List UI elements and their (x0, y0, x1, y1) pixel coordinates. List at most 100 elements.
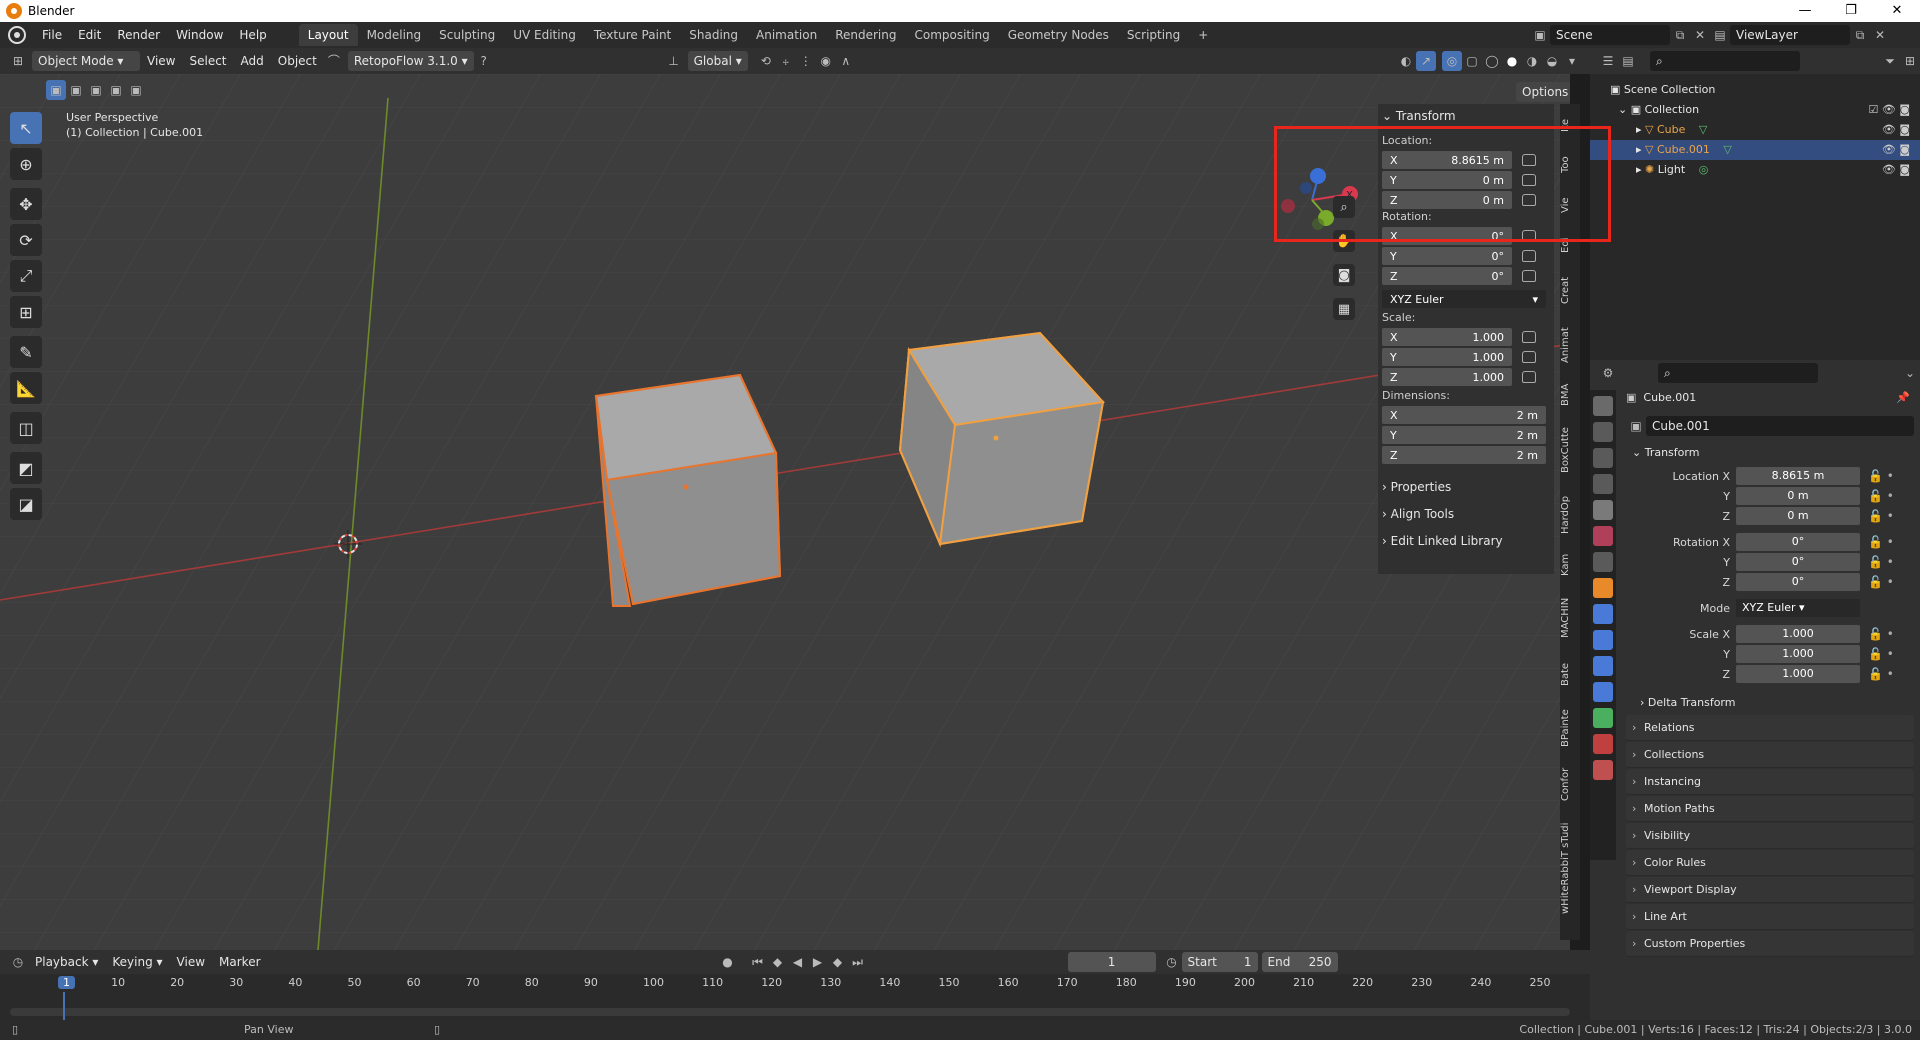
motion-paths-section[interactable]: Motion Paths (1626, 796, 1914, 822)
menu-edit[interactable]: Edit (70, 22, 109, 48)
select-invert-icon[interactable]: ▣ (106, 80, 126, 100)
edit-linked-library-section[interactable]: › Edit Linked Library (1378, 529, 1554, 553)
dimensions-z-field[interactable]: Z2 m (1382, 446, 1546, 464)
prop-scale-x-field[interactable]: 1.000 (1736, 625, 1860, 643)
measure-tool-icon[interactable]: 📐 (10, 372, 42, 404)
boxcutter-tool-icon[interactable]: ◩ (10, 452, 42, 484)
properties-search-input[interactable]: ⌕ (1658, 363, 1818, 383)
menu-timeline-view[interactable]: View (170, 955, 212, 969)
tab-texture-paint[interactable]: Texture Paint (585, 24, 680, 46)
menu-render[interactable]: Render (109, 22, 168, 48)
add-workspace-button[interactable]: + (1189, 24, 1217, 46)
prop-rotation-z-field[interactable]: 0° (1736, 573, 1860, 591)
select-box-tool-icon[interactable]: ↖ (10, 112, 42, 144)
tab-rendering[interactable]: Rendering (826, 24, 905, 46)
prop-rotation-mode-dropdown[interactable]: XYZ Euler ▾ (1736, 599, 1860, 617)
close-button[interactable]: ✕ (1874, 0, 1920, 22)
camera-icon[interactable]: ◙ (1333, 264, 1355, 286)
prop-location-y-field[interactable]: 0 m (1736, 487, 1860, 505)
lock-icon[interactable]: 🔓 • (1868, 667, 1894, 681)
tab-modeling[interactable]: Modeling (358, 24, 431, 46)
overlay-toggle-icon[interactable]: ◎ (1442, 51, 1462, 71)
menu-select[interactable]: Select (182, 54, 233, 68)
viewlayer-field[interactable]: ViewLayer (1730, 25, 1850, 45)
render-tab-icon[interactable] (1593, 422, 1613, 442)
view-layer-tab-icon[interactable] (1593, 474, 1613, 494)
menu-window[interactable]: Window (168, 22, 231, 48)
snap-target-icon[interactable]: ⋮ (796, 51, 816, 71)
editor-type-icon[interactable]: ⊞ (8, 51, 28, 71)
object-name-field[interactable]: Cube.001 (1646, 416, 1914, 436)
data-tab-icon[interactable] (1593, 708, 1613, 728)
properties-editor-icon[interactable]: ⚙ (1598, 363, 1618, 383)
timeline-editor-icon[interactable]: ◷ (8, 952, 28, 972)
viewlayer-icon[interactable]: ▤ (1710, 25, 1730, 45)
prop-rotation-y-field[interactable]: 0° (1736, 553, 1860, 571)
options-button[interactable]: Options (1516, 82, 1570, 102)
visibility-icon[interactable]: ◐ (1396, 51, 1416, 71)
lock-icon[interactable]: 🔓 • (1868, 627, 1894, 641)
visibility-toggles[interactable]: 👁 ◙ (1882, 140, 1910, 160)
clock-icon[interactable]: ◷ (1162, 952, 1182, 972)
transform-section-header[interactable]: ⌄ Transform (1626, 442, 1914, 464)
snap-icon[interactable]: ⧾ (776, 51, 796, 71)
lock-icon[interactable] (1522, 371, 1536, 383)
visibility-toggles[interactable]: ☑ 👁 ◙ (1869, 100, 1911, 120)
move-tool-icon[interactable]: ✥ (10, 188, 42, 220)
timeline-ruler[interactable]: 1 10 20 30 40 50 60 70 80 90 100 110 120 130 140 150 160… (0, 974, 1590, 1022)
lock-icon[interactable]: 🔓 • (1868, 647, 1894, 661)
wireframe-shading-icon[interactable]: ◯ (1482, 51, 1502, 71)
lock-icon[interactable] (1522, 331, 1536, 343)
physics-tab-icon[interactable] (1593, 656, 1613, 676)
end-frame-field[interactable]: End 250 (1261, 952, 1338, 972)
pin-icon[interactable]: 📌 (1896, 386, 1910, 410)
menu-keying[interactable]: Keying ▾ (105, 955, 169, 969)
collection-tab-icon[interactable] (1593, 552, 1613, 572)
lock-icon[interactable]: 🔓 • (1868, 489, 1894, 503)
lock-icon[interactable]: 🔓 • (1868, 469, 1894, 483)
prop-location-z-field[interactable]: 0 m (1736, 507, 1860, 525)
record-icon[interactable]: ● (718, 952, 738, 972)
scale-x-field[interactable]: X 1.000 (1382, 328, 1512, 346)
playhead-line[interactable] (63, 992, 65, 1020)
visibility-toggles[interactable]: 👁 ◙ (1882, 120, 1910, 140)
collections-section[interactable]: Collections (1626, 742, 1914, 768)
add-cube-tool-icon[interactable]: ◫ (10, 412, 42, 444)
tab-scripting[interactable]: Scripting (1118, 24, 1189, 46)
prop-location-x-field[interactable]: 8.8615 m (1736, 467, 1860, 485)
dimensions-x-field[interactable]: X2 m (1382, 406, 1546, 424)
select-subtract-icon[interactable]: ▣ (86, 80, 106, 100)
lock-icon[interactable] (1522, 250, 1536, 262)
scene-icon[interactable]: ▣ (1530, 25, 1550, 45)
menu-view[interactable]: View (140, 54, 182, 68)
object-tab-icon[interactable] (1593, 578, 1613, 598)
scale-y-field[interactable]: Y 1.000 (1382, 348, 1512, 366)
menu-help[interactable]: Help (231, 22, 274, 48)
select-extend-icon[interactable]: ▣ (66, 80, 86, 100)
tab-shading[interactable]: Shading (680, 24, 747, 46)
mode-dropdown[interactable]: Object Mode ▾ (32, 51, 140, 71)
tab-uv-editing[interactable]: UV Editing (504, 24, 585, 46)
vtab-bate[interactable]: Bate (1560, 654, 1580, 694)
cursor-tool-icon[interactable]: ⊕ (10, 148, 42, 180)
solid-shading-icon[interactable]: ● (1502, 51, 1522, 71)
tab-geometry-nodes[interactable]: Geometry Nodes (999, 24, 1118, 46)
minimize-button[interactable]: — (1782, 0, 1828, 22)
new-collection-icon[interactable]: ⊞ (1900, 51, 1920, 71)
lock-icon[interactable]: 🔓 • (1868, 575, 1894, 589)
hardops-tool-icon[interactable]: ◪ (10, 488, 42, 520)
scale-tool-icon[interactable]: ⤢ (10, 260, 42, 292)
play-reverse-icon[interactable]: ◀ (788, 952, 808, 972)
tab-animation[interactable]: Animation (747, 24, 826, 46)
display-mode-icon[interactable]: ▤ (1618, 51, 1638, 71)
world-tab-icon[interactable] (1593, 526, 1613, 546)
maximize-button[interactable]: ❐ (1828, 0, 1874, 22)
delete-scene-icon[interactable]: ✕ (1690, 25, 1710, 45)
lock-icon[interactable] (1522, 270, 1536, 282)
select-new-icon[interactable]: ▣ (46, 80, 66, 100)
properties-section[interactable]: › Properties (1378, 475, 1554, 499)
lock-icon[interactable]: 🔓 • (1868, 509, 1894, 523)
outliner-editor-icon[interactable]: ☰ (1598, 51, 1618, 71)
menu-add[interactable]: Add (234, 54, 271, 68)
outliner-item-cube[interactable]: ▸ ▽ Cube ▽ 👁 ◙ (1590, 120, 1920, 140)
